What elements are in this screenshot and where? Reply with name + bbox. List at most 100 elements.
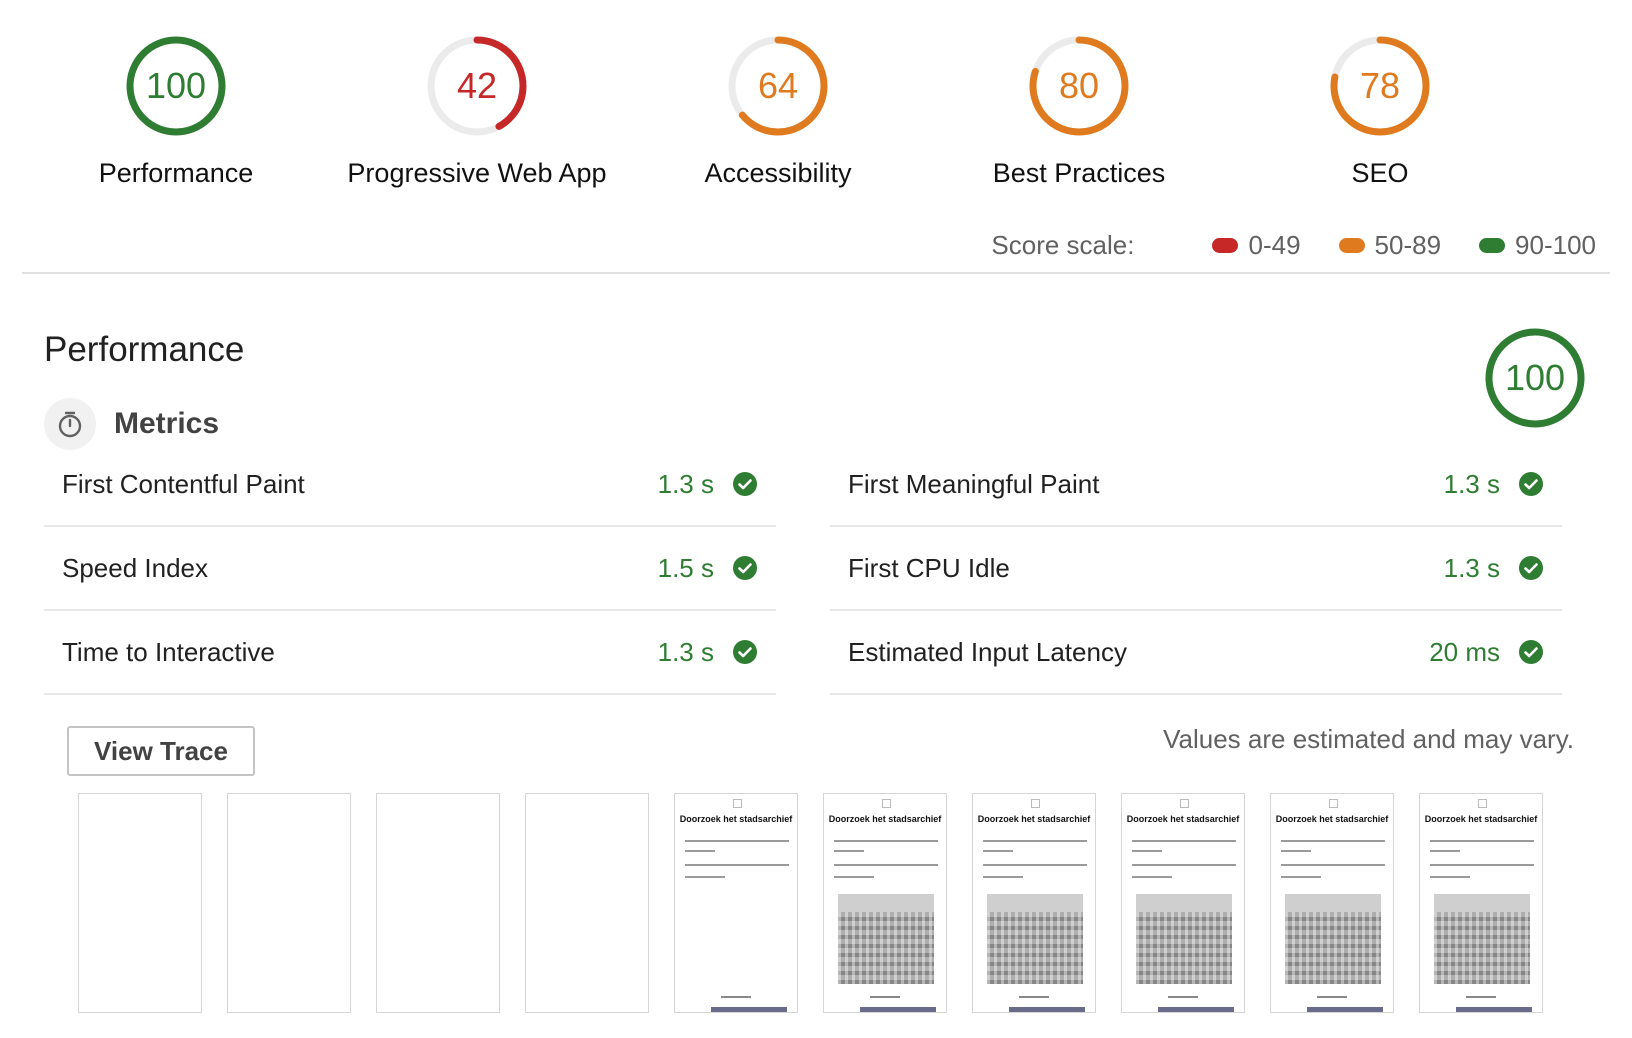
frame-text-line (685, 864, 789, 866)
frame-text-line (983, 864, 1087, 866)
gauge-label: Best Practices (992, 158, 1166, 188)
check-circle-icon (733, 556, 757, 580)
estimate-note: Values are estimated and may vary. (1163, 724, 1574, 754)
metric-estimated-input-latency[interactable]: Estimated Input Latency 20 ms (830, 611, 1562, 695)
frame-footer-text (721, 996, 751, 998)
score-gauge: 42 (425, 34, 529, 138)
frame-text-line (834, 876, 874, 878)
metric-name: First CPU Idle (848, 552, 1010, 583)
frame-text-line (834, 840, 938, 842)
filmstrip: Doorzoek het stadsarchief Doorzoek het st… (78, 793, 1568, 1013)
frame-bottom-bar (1158, 1007, 1234, 1012)
frame-heading: Doorzoek het stadsarchief (1275, 814, 1389, 824)
check-circle-icon (1519, 472, 1543, 496)
broken-image-icon (882, 799, 891, 808)
filmstrip-frame: Doorzoek het stadsarchief (1419, 793, 1543, 1013)
view-trace-button[interactable]: View Trace (67, 726, 255, 776)
frame-footer-text (1168, 996, 1198, 998)
gauge-label: Progressive Web App (347, 158, 607, 188)
scale-range-average: 50-89 (1338, 230, 1441, 261)
metric-name: Estimated Input Latency (848, 636, 1127, 667)
frame-text-line (1430, 864, 1534, 866)
frame-bottom-bar (1009, 1007, 1085, 1012)
metric-value: 1.3 s (1443, 552, 1500, 583)
filmstrip-frame: Doorzoek het stadsarchief (972, 793, 1096, 1013)
frame-text-line (1132, 864, 1236, 866)
filmstrip-frame (227, 793, 351, 1013)
filmstrip-frame: Doorzoek het stadsarchief (823, 793, 947, 1013)
performance-score: 100 (1504, 357, 1566, 398)
scale-range-label: 90-100 (1515, 230, 1596, 260)
frame-photo (838, 894, 934, 984)
frame-bottom-bar (1307, 1007, 1383, 1012)
metric-name: First Meaningful Paint (848, 468, 1100, 499)
scale-range-fail: 0-49 (1212, 230, 1301, 261)
check-circle-icon (1519, 640, 1543, 664)
score-gauge: 78 (1328, 34, 1432, 138)
score-scale-label: Score scale: (991, 230, 1135, 260)
metric-value: 1.5 s (657, 552, 714, 583)
frame-photo (1136, 894, 1232, 984)
frame-photo (987, 894, 1083, 984)
frame-text-line (685, 876, 725, 878)
frame-photo-sky (987, 894, 1083, 912)
frame-bottom-bar (1456, 1007, 1532, 1012)
metric-speed-index[interactable]: Speed Index 1.5 s (44, 527, 776, 611)
scale-range-label: 0-49 (1248, 230, 1301, 260)
metric-value: 1.3 s (1443, 468, 1500, 499)
frame-bottom-bar (711, 1007, 787, 1012)
scale-swatch-fail (1212, 238, 1239, 253)
metric-first-meaningful-paint[interactable]: First Meaningful Paint 1.3 s (830, 443, 1562, 527)
frame-photo (1434, 894, 1530, 984)
filmstrip-frame: Doorzoek het stadsarchief (1121, 793, 1245, 1013)
score-gauge: 64 (726, 34, 830, 138)
frame-footer-text (1466, 996, 1496, 998)
score-gauge: 100 (124, 34, 228, 138)
filmstrip-frame (78, 793, 202, 1013)
gauge-label: Performance (98, 158, 254, 188)
frame-heading: Doorzoek het stadsarchief (977, 814, 1091, 824)
frame-photo (1285, 894, 1381, 984)
frame-text-line (1281, 850, 1311, 852)
scale-swatch-average (1338, 238, 1365, 253)
frame-text-line (1281, 840, 1385, 842)
metric-time-to-interactive[interactable]: Time to Interactive 1.3 s (44, 611, 776, 695)
frame-text-line (1430, 850, 1460, 852)
frame-text-line (1132, 850, 1162, 852)
broken-image-icon (1180, 799, 1189, 808)
score-scale: Score scale: 0-49 50-89 90-100 (991, 230, 1596, 261)
metric-first-cpu-idle[interactable]: First CPU Idle 1.3 s (830, 527, 1562, 611)
broken-image-icon (1478, 799, 1487, 808)
metric-value: 1.3 s (657, 468, 714, 499)
frame-heading: Doorzoek het stadsarchief (1126, 814, 1240, 824)
gauge-score: 64 (757, 65, 799, 106)
frame-photo-sky (838, 894, 934, 912)
frame-text-line (983, 850, 1013, 852)
frame-text-line (685, 840, 789, 842)
filmstrip-frame: Doorzoek het stadsarchief (1270, 793, 1394, 1013)
frame-footer-text (1317, 996, 1347, 998)
frame-text-line (834, 864, 938, 866)
gauge-score: 100 (145, 65, 207, 106)
frame-text-line (1132, 876, 1172, 878)
gauge-label: Accessibility (704, 158, 852, 188)
frame-text-line (685, 850, 715, 852)
section-divider (22, 272, 1610, 274)
frame-text-line (1430, 840, 1534, 842)
frame-text-line (983, 876, 1023, 878)
gauge-score: 42 (456, 65, 498, 106)
performance-score-gauge: 100 (1483, 326, 1587, 430)
frame-text-line (1430, 876, 1470, 878)
frame-heading: Doorzoek het stadsarchief (828, 814, 942, 824)
broken-image-icon (733, 799, 742, 808)
metric-name: Time to Interactive (62, 636, 275, 667)
gauge-score: 78 (1359, 65, 1401, 106)
filmstrip-frame: Doorzoek het stadsarchief (674, 793, 798, 1013)
frame-bottom-bar (860, 1007, 936, 1012)
frame-photo-sky (1136, 894, 1232, 912)
score-gauge: 80 (1027, 34, 1131, 138)
frame-heading: Doorzoek het stadsarchief (679, 814, 793, 824)
frame-text-line (1281, 876, 1321, 878)
metric-first-contentful-paint[interactable]: First Contentful Paint 1.3 s (44, 443, 776, 527)
metrics-title: Metrics (114, 407, 220, 440)
